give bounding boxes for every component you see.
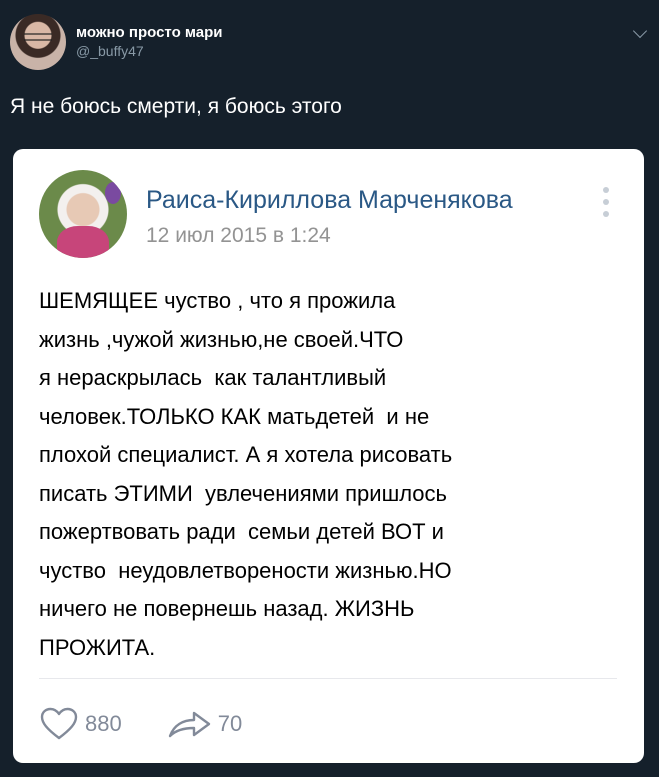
chevron-down-icon[interactable] [632,23,648,39]
post-body: ШЕМЯЩЕЕ чуство , что я прожила жизнь ,чу… [39,282,629,667]
like-count: 880 [39,707,122,741]
post-date: 12 июл 2015 в 1:24 [146,224,331,247]
tweet-text: Я не боюсь смерти, я боюсь этого [10,95,342,118]
embedded-post-image[interactable]: Раиса-Кириллова Марченякова 12 июл 2015 … [13,149,644,763]
post-body-line: я нераскрылась как талантливый [39,365,387,390]
share-count: 70 [168,709,242,739]
post-body-line: ШЕМЯЩЕЕ чуство , что я прожила [39,288,396,313]
tweet-header: можно просто мари @_buffy47 [10,14,223,70]
post-body-line: человек.ТОЛЬКО КАК матьдетей и не [39,403,430,429]
display-name[interactable]: можно просто мари [76,24,223,42]
tweet: можно просто мари @_buffy47 Я не боюсь с… [0,0,659,777]
heart-icon [40,707,78,740]
share-arrow-icon [168,711,210,738]
like-count-value: 880 [85,711,122,736]
more-dots-icon [603,187,609,217]
user-handle[interactable]: @_buffy47 [76,42,223,60]
user-names: можно просто мари @_buffy47 [76,24,223,60]
avatar[interactable] [10,14,66,70]
share-count-value: 70 [217,711,243,736]
post-body-line: ПРОЖИТА. [39,634,156,660]
post-body-line: пожертвовать ради семьи детей ВОТ и [39,519,444,544]
post-body-line: писать ЭТИМИ увлечениями пришлось [39,480,447,506]
post-body-line: ничего не повернешь назад. ЖИЗНЬ [39,596,415,621]
post-author-avatar [39,170,127,258]
post-body-line: плохой специалист. А я хотела рисовать [39,442,453,467]
post-body-line: жизнь ,чужой жизнью,не своей.ЧТО [39,326,404,352]
post-actions: 880 70 [39,707,242,741]
divider [39,678,617,679]
post-author-name: Раиса-Кириллова Марченякова [146,186,513,214]
post-body-line: чуство неудовлетворености жизнью.НО [39,557,452,583]
